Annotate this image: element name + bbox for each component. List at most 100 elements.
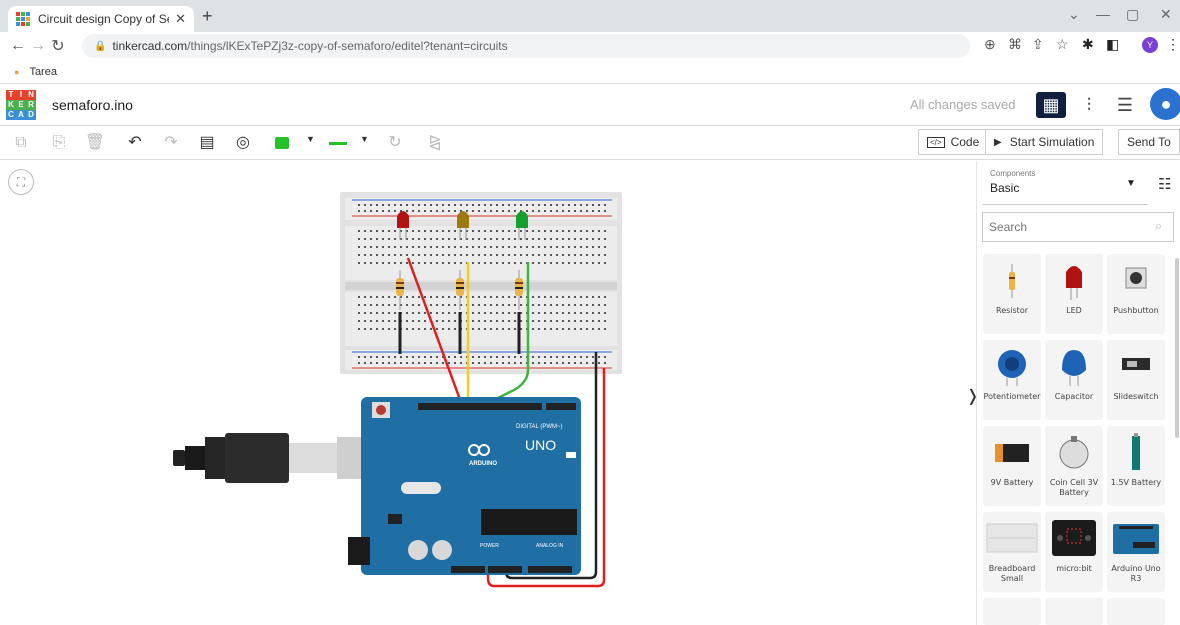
component-tile-aa-battery[interactable]: 1.5V Battery <box>1107 426 1165 506</box>
breadboard-hole <box>598 246 600 248</box>
breadboard-hole <box>472 246 474 248</box>
circuit-drawing[interactable]: DIGITAL (PWM~) UNO ARDUINO POWER ANALOG … <box>0 0 976 625</box>
breadboard-hole <box>520 230 522 232</box>
component-tile-partial[interactable] <box>1107 598 1165 625</box>
dropdown-caret-icon: ▼ <box>1126 178 1136 189</box>
breadboard-hole <box>400 246 402 248</box>
usb-cable[interactable] <box>173 433 377 483</box>
breadboard-hole <box>406 312 408 314</box>
breadboard-hole <box>430 238 432 240</box>
component-tile-partial[interactable] <box>1045 598 1103 625</box>
breadboard[interactable] <box>340 192 622 374</box>
component-tile-potentiometer[interactable]: Potentiometer <box>983 340 1041 420</box>
breadboard-hole <box>490 262 492 264</box>
breadboard-hole <box>550 362 552 364</box>
breadboard-hole <box>544 296 546 298</box>
breadboard-hole <box>364 362 366 364</box>
breadboard-hole <box>412 328 414 330</box>
browser-profile-avatar[interactable]: Y <box>1142 37 1158 53</box>
breadboard-hole <box>502 254 504 256</box>
component-tile-coin-cell[interactable]: Coin Cell 3V Battery <box>1045 426 1103 506</box>
component-tile-led[interactable]: LED <box>1045 254 1103 334</box>
breadboard-hole <box>394 238 396 240</box>
component-tile-breadboard[interactable]: Breadboard Small <box>983 512 1041 592</box>
breadboard-hole <box>574 210 576 212</box>
breadboard-hole <box>436 246 438 248</box>
breadboard-hole <box>538 262 540 264</box>
breadboard-hole <box>544 328 546 330</box>
breadboard-hole <box>484 204 486 206</box>
breadboard-hole <box>376 246 378 248</box>
breadboard-icon <box>986 523 1038 553</box>
breadboard-hole <box>586 296 588 298</box>
browser-menu-icon[interactable]: ⋮ <box>1166 36 1180 53</box>
breadboard-hole <box>562 246 564 248</box>
breadboard-hole <box>556 304 558 306</box>
breadboard-hole <box>478 246 480 248</box>
component-tile-partial[interactable] <box>983 598 1041 625</box>
breadboard-hole <box>532 210 534 212</box>
breadboard-hole <box>562 210 564 212</box>
panel-scrollbar[interactable] <box>1175 258 1179 438</box>
breadboard-hole <box>388 238 390 240</box>
breadboard-hole <box>358 262 360 264</box>
components-search-input[interactable] <box>982 212 1174 242</box>
component-tile-arduino-uno[interactable]: Arduino Uno R3 <box>1107 512 1165 592</box>
breadboard-hole <box>604 204 606 206</box>
bookmark-star-icon[interactable]: ☆ <box>1056 36 1069 53</box>
component-list-icon[interactable]: ☰ <box>1110 92 1140 118</box>
breadboard-hole <box>454 254 456 256</box>
translate-icon[interactable]: ⌘ <box>1008 36 1022 53</box>
breadboard-hole <box>376 320 378 322</box>
breadboard-hole <box>430 230 432 232</box>
breadboard-hole <box>454 320 456 322</box>
schematic-view-icon[interactable]: ⫶ <box>1074 92 1104 118</box>
breadboard-hole <box>454 312 456 314</box>
breadboard-hole <box>574 238 576 240</box>
share-icon[interactable]: ⇪ <box>1032 36 1044 53</box>
breadboard-hole <box>538 312 540 314</box>
breadboard-hole <box>556 230 558 232</box>
minimize-icon[interactable]: — <box>1096 6 1110 22</box>
breadboard-hole <box>370 296 372 298</box>
send-to-button[interactable]: Send To <box>1118 129 1180 155</box>
component-label: Potentiometer <box>983 392 1041 401</box>
close-window-icon[interactable]: ✕ <box>1160 6 1172 23</box>
breadboard-hole <box>388 230 390 232</box>
breadboard-hole <box>514 320 516 322</box>
breadboard-hole <box>382 320 384 322</box>
breadboard-hole <box>562 254 564 256</box>
breadboard-hole <box>568 296 570 298</box>
breadboard-hole <box>472 238 474 240</box>
component-tile-capacitor[interactable]: Capacitor <box>1045 340 1103 420</box>
breadboard-hole <box>394 312 396 314</box>
circuit-view-icon[interactable]: ▦ <box>1036 92 1066 118</box>
list-view-icon[interactable]: ☷ <box>1158 175 1171 193</box>
breadboard-hole <box>460 246 462 248</box>
breadboard-hole <box>532 262 534 264</box>
breadboard-hole <box>364 296 366 298</box>
side-panel-icon[interactable]: ◧ <box>1106 36 1119 53</box>
breadboard-hole <box>574 328 576 330</box>
component-tile-resistor[interactable]: Resistor <box>983 254 1041 334</box>
breadboard-hole <box>424 238 426 240</box>
component-tile-slideswitch[interactable]: Slideswitch <box>1107 340 1165 420</box>
breadboard-hole <box>490 328 492 330</box>
breadboard-hole <box>364 312 366 314</box>
extensions-icon[interactable]: ✱ <box>1082 36 1094 53</box>
breadboard-hole <box>382 262 384 264</box>
tab-search-icon[interactable]: ⌄ <box>1068 6 1080 23</box>
user-avatar[interactable]: ● <box>1150 88 1180 120</box>
component-tile-pushbutton[interactable]: Pushbutton <box>1107 254 1165 334</box>
install-app-icon[interactable]: ⊕ <box>984 36 996 53</box>
breadboard-hole <box>580 304 582 306</box>
start-simulation-button[interactable]: ▶ Start Simulation <box>985 129 1104 155</box>
component-tile-microbit[interactable]: micro:bit <box>1045 512 1103 592</box>
breadboard-hole <box>466 210 468 212</box>
breadboard-hole <box>388 320 390 322</box>
component-label: Capacitor <box>1054 392 1094 401</box>
breadboard-hole <box>484 296 486 298</box>
breadboard-hole <box>520 356 522 358</box>
maximize-icon[interactable]: ▢ <box>1126 6 1139 23</box>
component-tile-9v-battery[interactable]: 9V Battery <box>983 426 1041 506</box>
